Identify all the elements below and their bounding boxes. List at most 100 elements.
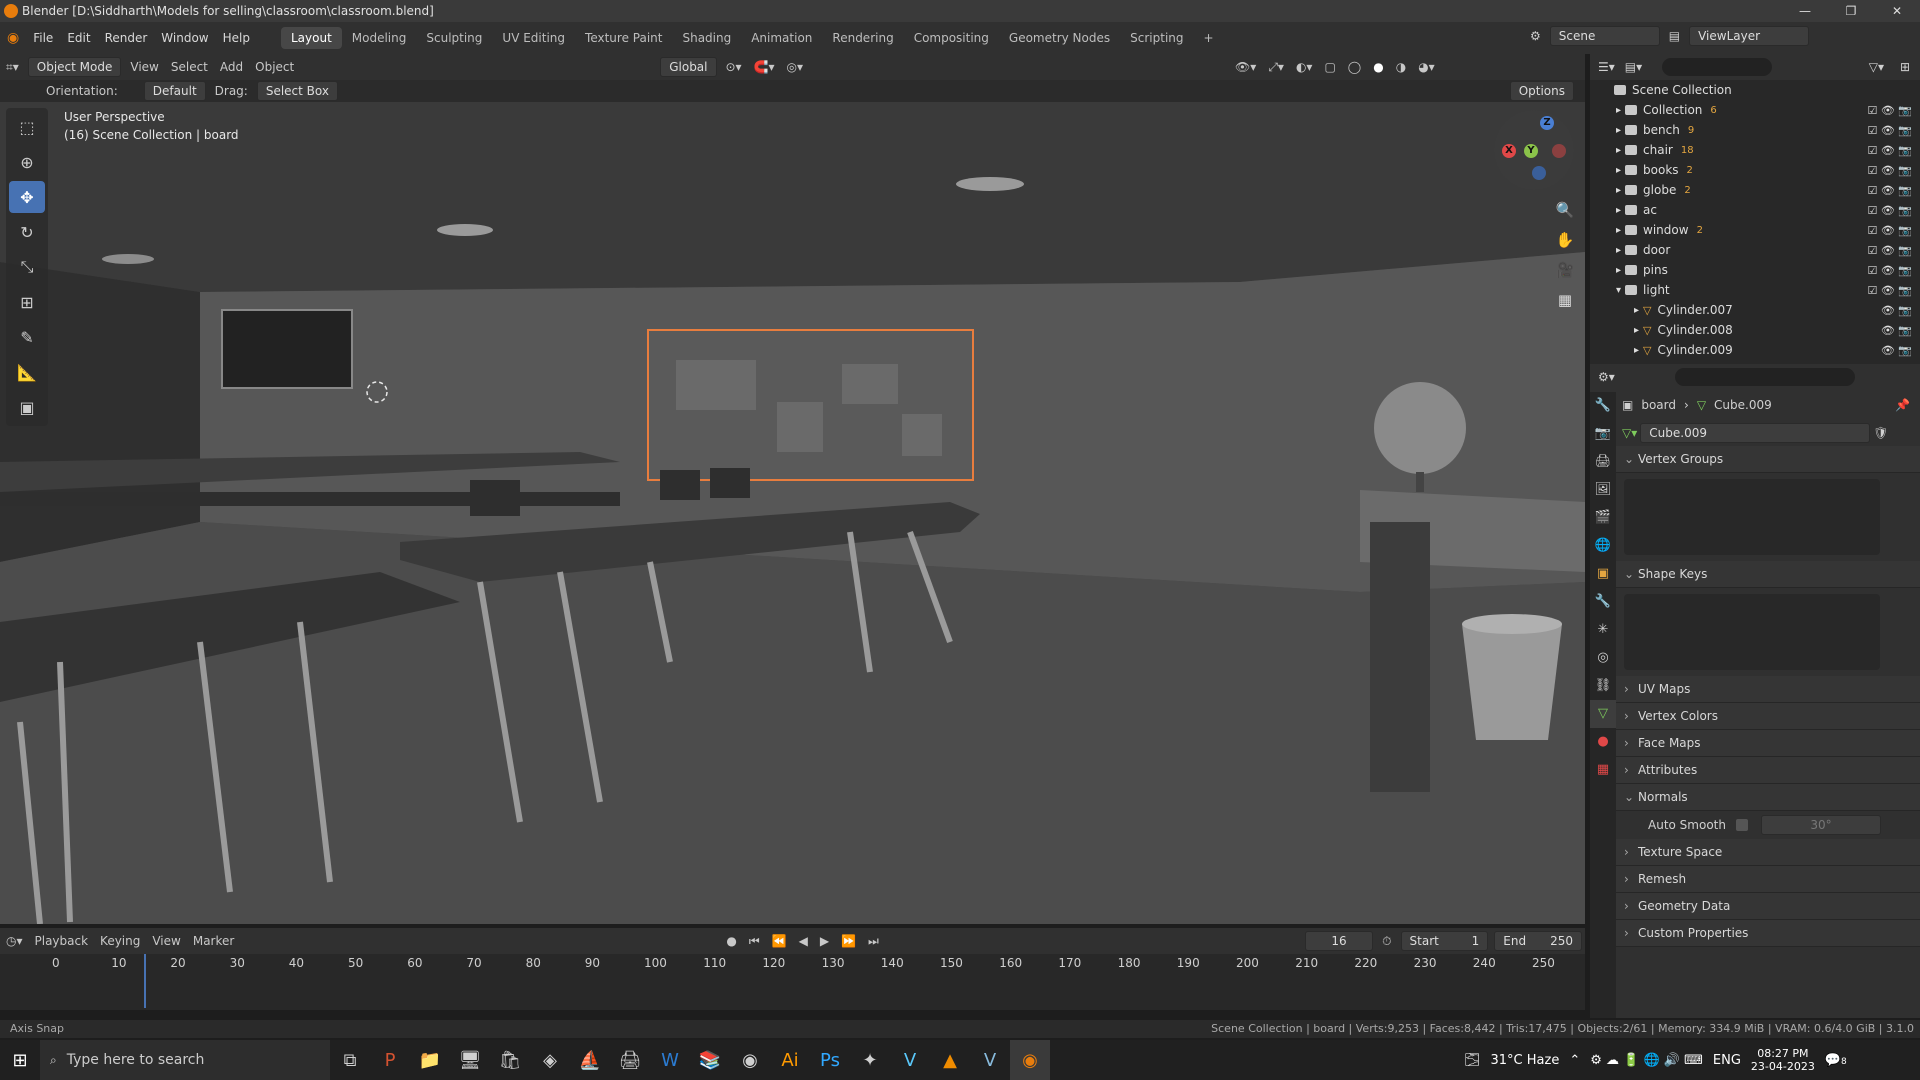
menu-render[interactable]: Render <box>98 31 155 45</box>
shading-wireframe-icon[interactable]: ◯ <box>1342 60 1367 74</box>
overlay-toggle-icon[interactable]: ◐▾ <box>1290 60 1319 74</box>
gizmo-y-axis[interactable]: Y <box>1524 144 1538 158</box>
orientation-dropdown[interactable]: Default <box>143 81 206 101</box>
tab-modeling[interactable]: Modeling <box>342 27 417 49</box>
tab-uv-editing[interactable]: UV Editing <box>492 27 575 49</box>
menu-help[interactable]: Help <box>216 31 257 45</box>
view-layer-tab-icon[interactable]: 🖼 <box>1590 476 1616 504</box>
gizmo-z-axis[interactable]: Z <box>1540 116 1554 130</box>
app-icon[interactable]: 🖥 <box>450 1040 490 1080</box>
particles-tab-icon[interactable]: ✳ <box>1590 616 1616 644</box>
playback-menu[interactable]: Playback <box>29 934 95 948</box>
app7-icon[interactable]: V <box>890 1040 930 1080</box>
notification-icon[interactable]: 💬8 <box>1825 1053 1847 1068</box>
add-menu[interactable]: Add <box>214 60 249 74</box>
visibility-toggles[interactable]: ☑ 👁 📷 <box>1867 184 1912 197</box>
marker-menu[interactable]: Marker <box>187 934 240 948</box>
outliner-item[interactable]: ▸ books 2 ☑ 👁 📷 <box>1590 160 1920 180</box>
shape-keys-list[interactable] <box>1624 594 1880 670</box>
shading-solid-icon[interactable]: ● <box>1367 60 1389 74</box>
tray-chevron-icon[interactable]: ⌃ <box>1569 1053 1580 1068</box>
add-workspace-icon[interactable]: + <box>1194 27 1224 49</box>
snap-icon[interactable]: 🧲▾ <box>748 60 781 74</box>
minimize-button[interactable]: — <box>1782 0 1828 22</box>
autokey-icon[interactable]: ● <box>720 934 742 948</box>
play-reverse-icon[interactable]: ◀ <box>793 934 814 948</box>
3d-viewport[interactable] <box>0 102 1585 924</box>
visibility-toggles[interactable]: ☑ 👁 📷 <box>1867 104 1912 117</box>
app4-icon[interactable]: 🖨 <box>610 1040 650 1080</box>
chevron-right-icon[interactable]: ▸ <box>1616 245 1621 256</box>
outliner-search-input[interactable] <box>1662 58 1773 76</box>
taskbar-search[interactable]: ⌕ Type here to search <box>40 1040 330 1080</box>
auto-smooth-angle-field[interactable]: 30° <box>1760 815 1881 835</box>
zoom-icon[interactable]: 🔍 <box>1552 196 1578 224</box>
menu-edit[interactable]: Edit <box>60 31 97 45</box>
outliner-item[interactable]: ▸ window 2 ☑ 👁 📷 <box>1590 220 1920 240</box>
gizmo-x-axis[interactable]: X <box>1502 144 1516 158</box>
section-normals[interactable]: ⌄ Normals <box>1616 784 1920 811</box>
modifier-tab-icon[interactable]: 🔧 <box>1590 588 1616 616</box>
visibility-toggles[interactable]: 👁 📷 <box>1881 324 1912 337</box>
data-tab-icon[interactable]: ▽ <box>1590 700 1616 728</box>
section-uv-maps[interactable]: › UV Maps <box>1616 676 1920 703</box>
filter-icon[interactable]: ▽▾ <box>1869 60 1884 74</box>
tab-texture-paint[interactable]: Texture Paint <box>575 27 672 49</box>
outliner-item[interactable]: ▸ ▽ Cylinder.009 👁 📷 <box>1590 340 1920 360</box>
visibility-toggles[interactable]: 👁 📷 <box>1881 344 1912 357</box>
chevron-right-icon[interactable]: ▸ <box>1634 305 1639 316</box>
fake-user-icon[interactable]: 🛡 <box>1873 426 1888 440</box>
mesh-browse-icon[interactable]: ▽▾ <box>1622 426 1637 440</box>
blender-taskbar-icon[interactable]: ◉ <box>1010 1040 1050 1080</box>
outliner-item[interactable]: ▸ ▽ Cylinder.007 👁 📷 <box>1590 300 1920 320</box>
chevron-right-icon[interactable]: ▸ <box>1616 225 1621 236</box>
file-explorer-icon[interactable]: 📁 <box>410 1040 450 1080</box>
annotate-tool-icon[interactable]: ✎ <box>9 321 45 353</box>
transform-tool-icon[interactable]: ⊞ <box>9 286 45 318</box>
chevron-right-icon[interactable]: ▸ <box>1616 125 1621 136</box>
app2-icon[interactable]: ◈ <box>530 1040 570 1080</box>
view-menu[interactable]: View <box>124 60 164 74</box>
visibility-toggles[interactable]: ☑ 👁 📷 <box>1867 284 1912 297</box>
viewlayer-selector[interactable]: ViewLayer <box>1689 26 1810 46</box>
shading-rendered-icon[interactable]: ◕▾ <box>1412 60 1441 74</box>
proportional-edit-icon[interactable]: ◎▾ <box>781 60 810 74</box>
vlc-icon[interactable]: ▲ <box>930 1040 970 1080</box>
preview-range-icon[interactable]: ⏱ <box>1376 934 1397 949</box>
weather-text[interactable]: 31°C Haze <box>1491 1053 1560 1068</box>
tab-layout[interactable]: Layout <box>280 27 342 49</box>
close-button[interactable]: ✕ <box>1874 0 1920 22</box>
tab-sculpting[interactable]: Sculpting <box>416 27 492 49</box>
play-icon[interactable]: ▶ <box>814 934 835 948</box>
menu-file[interactable]: File <box>26 31 60 45</box>
section-custom-properties[interactable]: › Custom Properties <box>1616 920 1920 947</box>
visibility-toggles[interactable]: ☑ 👁 📷 <box>1867 224 1912 237</box>
section-texture-space[interactable]: › Texture Space <box>1616 839 1920 866</box>
app8-icon[interactable]: V <box>970 1040 1010 1080</box>
scene-selector[interactable]: Scene <box>1549 26 1660 46</box>
section-remesh[interactable]: › Remesh <box>1616 866 1920 893</box>
editor-type-icon[interactable]: ⌗▾ <box>0 60 25 75</box>
chevron-right-icon[interactable]: ▸ <box>1616 145 1621 156</box>
visibility-toggles[interactable]: ☑ 👁 📷 <box>1867 144 1912 157</box>
output-tab-icon[interactable]: 🖨 <box>1590 448 1616 476</box>
timeline-editor-icon[interactable]: ◷▾ <box>0 934 29 948</box>
mode-selector[interactable]: Object Mode <box>27 57 122 77</box>
section-vertex-colors[interactable]: › Vertex Colors <box>1616 703 1920 730</box>
chevron-right-icon[interactable]: ▸ <box>1616 165 1621 176</box>
weather-icon[interactable]: 🌫 <box>1464 1053 1481 1068</box>
chevron-down-icon[interactable]: ▾ <box>1616 285 1621 296</box>
outliner-root[interactable]: Scene Collection <box>1590 80 1920 100</box>
gizmo-neg-x[interactable] <box>1552 144 1566 158</box>
menu-window[interactable]: Window <box>154 31 215 45</box>
move-tool-icon[interactable]: ✥ <box>9 181 45 213</box>
playhead[interactable] <box>144 954 146 1008</box>
rotate-tool-icon[interactable]: ↻ <box>9 216 45 248</box>
navigation-gizmo[interactable]: Z X Y <box>1494 110 1574 190</box>
app6-icon[interactable]: ✦ <box>850 1040 890 1080</box>
tab-scripting[interactable]: Scripting <box>1120 27 1193 49</box>
xray-icon[interactable]: ▢ <box>1318 60 1341 74</box>
illustrator-icon[interactable]: Ai <box>770 1040 810 1080</box>
render-tab-icon[interactable]: 📷 <box>1590 420 1616 448</box>
pivot-icon[interactable]: ⊙▾ <box>720 60 748 74</box>
